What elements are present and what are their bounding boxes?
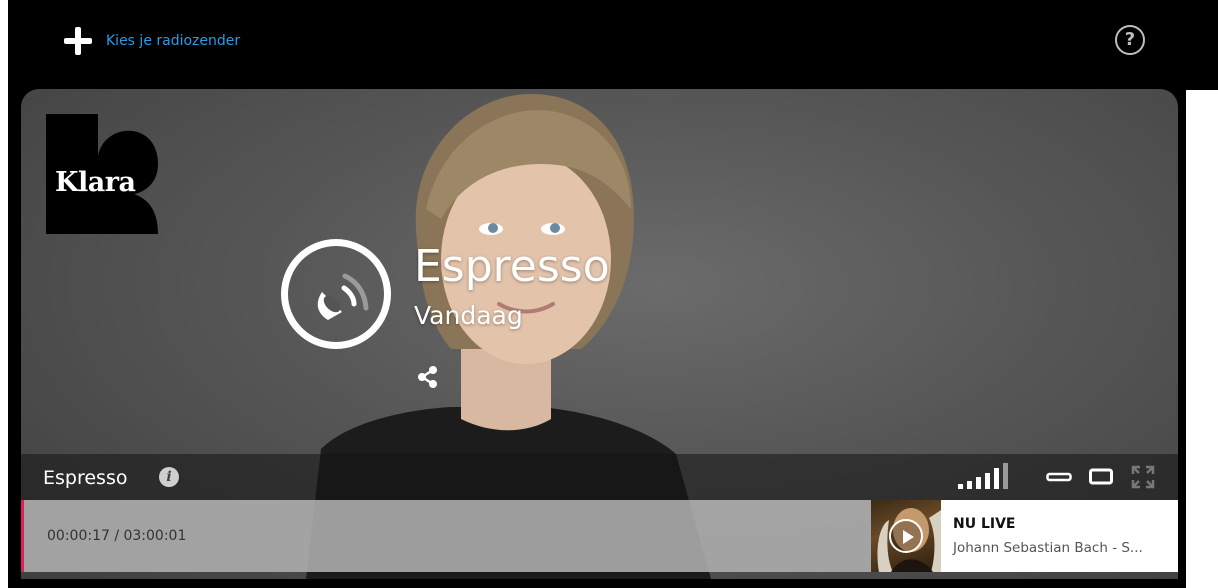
live-track: Johann Sebastian Bach - S... (953, 540, 1143, 556)
live-thumbnail (871, 500, 941, 572)
live-broadcast-icon (281, 239, 391, 349)
plus-icon (64, 27, 92, 55)
now-live-card[interactable]: NU LIVE Johann Sebastian Bach - S... (871, 500, 1178, 572)
time-display: 00:00:17 / 03:00:01 (47, 528, 187, 544)
program-subtitle: Vandaag (414, 301, 523, 330)
size-medium-icon[interactable] (1089, 467, 1113, 487)
add-station-label: Kies je radiozender (106, 33, 241, 49)
player: Klara Espresso Vandaag Espresso i 00:00:… (8, 88, 1186, 588)
live-label: NU LIVE (953, 516, 1016, 532)
info-icon[interactable]: i (159, 467, 179, 487)
program-name: Espresso (43, 467, 128, 489)
timeline-bar[interactable]: 00:00:17 / 03:00:01 (21, 500, 871, 572)
program-info-bar: Espresso i (21, 454, 1178, 500)
share-icon[interactable] (415, 364, 441, 390)
help-icon[interactable]: ? (1115, 25, 1145, 55)
program-title: Espresso (414, 241, 610, 292)
add-station-button[interactable]: Kies je radiozender (64, 27, 240, 55)
size-small-icon[interactable] (1046, 471, 1072, 483)
play-icon[interactable] (889, 519, 923, 553)
signal-strength-icon (958, 463, 1008, 489)
fullscreen-icon[interactable] (1131, 465, 1155, 489)
top-bar: Kies je radiozender ? (8, 0, 1218, 90)
station-logo-text: Klara (55, 167, 136, 198)
